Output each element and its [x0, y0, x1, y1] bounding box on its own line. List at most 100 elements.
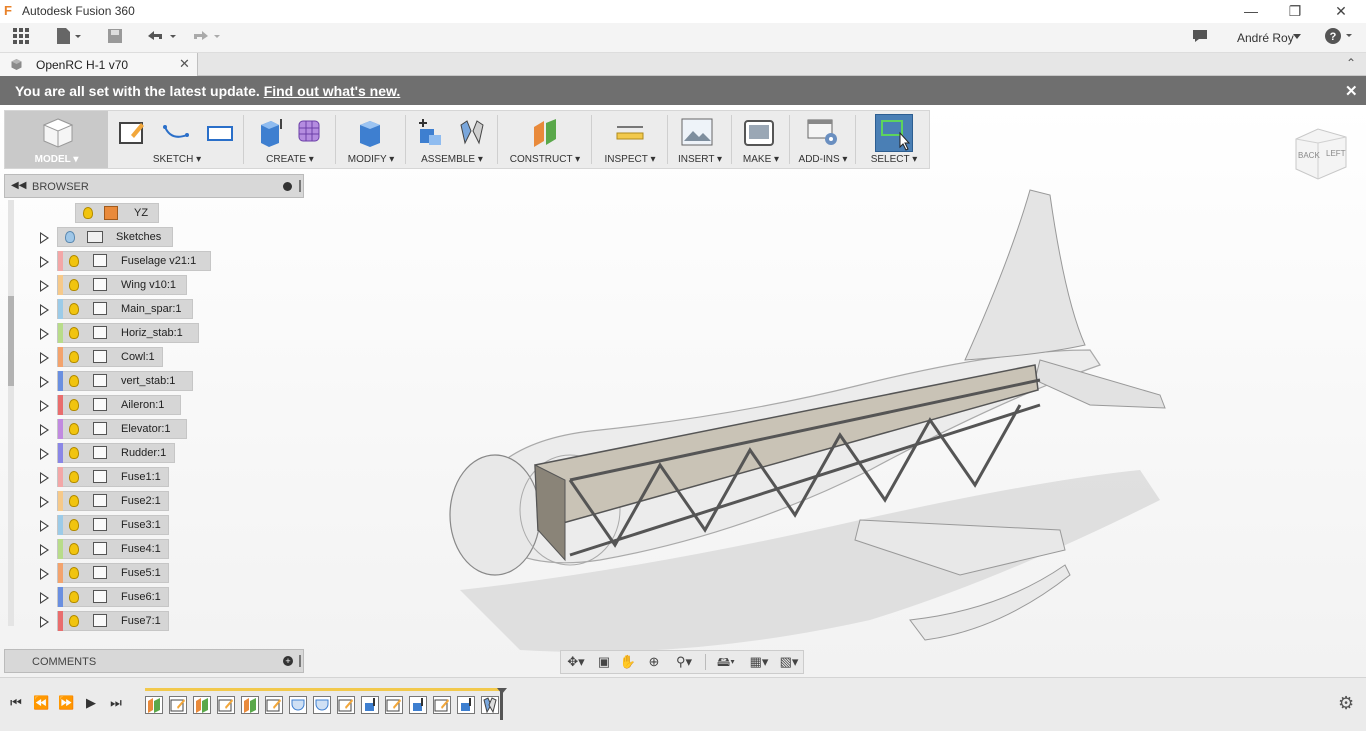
expand-component-icon[interactable]: [40, 304, 49, 316]
timeline-extrude-feature-icon[interactable]: [457, 696, 475, 714]
comments-panel-header[interactable]: COMMENTS +: [4, 649, 304, 673]
expand-component-icon[interactable]: [40, 280, 49, 292]
expand-component-icon[interactable]: [40, 256, 49, 268]
view-cube[interactable]: BACK LEFT: [1292, 125, 1350, 183]
view-cube-back-label[interactable]: BACK: [1298, 151, 1320, 160]
comment-icon[interactable]: [1188, 27, 1212, 49]
new-component-icon[interactable]: [415, 117, 445, 147]
visibility-bulb-icon[interactable]: [69, 615, 79, 627]
chevron-up-icon[interactable]: ⌃: [1346, 56, 1356, 70]
select-icon[interactable]: [875, 114, 913, 152]
browser-component-row[interactable]: Fuselage v21:1: [57, 251, 211, 271]
collapse-browser-icon[interactable]: ◀◀: [11, 180, 26, 191]
timeline-joint-feature-icon[interactable]: [481, 696, 499, 714]
visibility-bulb-icon[interactable]: [69, 471, 79, 483]
create-sketch-icon[interactable]: [117, 117, 147, 147]
look-at-icon[interactable]: ▣: [593, 653, 615, 671]
form-icon[interactable]: [295, 117, 325, 147]
browser-scrollbar[interactable]: [8, 200, 14, 626]
browser-component-row[interactable]: Rudder:1: [57, 443, 175, 463]
file-menu-icon[interactable]: [54, 27, 84, 49]
visibility-bulb-icon[interactable]: [69, 423, 79, 435]
timeline-sketch-feature-icon[interactable]: [385, 696, 403, 714]
browser-component-row[interactable]: Fuse7:1: [57, 611, 169, 631]
offset-plane-icon[interactable]: [530, 117, 560, 147]
browser-component-row[interactable]: vert_stab:1: [57, 371, 193, 391]
expand-component-icon[interactable]: [40, 448, 49, 460]
assemble-group[interactable]: ASSEMBLE ▾: [409, 111, 495, 168]
browser-component-row[interactable]: Aileron:1: [57, 395, 181, 415]
browser-component-row[interactable]: Fuse3:1: [57, 515, 169, 535]
timeline-sketch-feature-icon[interactable]: [265, 696, 283, 714]
modify-group[interactable]: MODIFY ▾: [339, 111, 403, 168]
press-pull-icon[interactable]: [356, 117, 386, 147]
display-settings-icon[interactable]: 🖴▾: [711, 653, 741, 671]
create-group[interactable]: CREATE ▾: [247, 111, 333, 168]
go-to-end-icon[interactable]: ⏭: [108, 695, 124, 711]
insert-image-icon[interactable]: [681, 117, 713, 147]
visibility-bulb-icon[interactable]: [69, 255, 79, 267]
browser-component-row[interactable]: Elevator:1: [57, 419, 187, 439]
expand-component-icon[interactable]: [40, 520, 49, 532]
minimize-browser-icon[interactable]: [283, 182, 292, 191]
scripts-addins-icon[interactable]: [807, 117, 839, 147]
add-comment-icon[interactable]: +: [283, 656, 293, 666]
expand-component-icon[interactable]: [40, 496, 49, 508]
expand-component-icon[interactable]: [40, 616, 49, 628]
timeline-shell-feature-icon[interactable]: [289, 696, 307, 714]
go-to-start-icon[interactable]: ⏮: [8, 695, 24, 711]
help-icon[interactable]: ?: [1324, 27, 1358, 49]
line-icon[interactable]: [161, 117, 191, 147]
expand-component-icon[interactable]: [40, 568, 49, 580]
timeline-plane-feature-icon[interactable]: [145, 696, 163, 714]
step-forward-icon[interactable]: ⏩: [58, 695, 74, 711]
orbit-icon[interactable]: ✥▾: [563, 653, 589, 671]
fit-zoom-icon[interactable]: ⚲▾: [669, 653, 699, 671]
visibility-bulb-icon[interactable]: [69, 495, 79, 507]
timeline-sketch-feature-icon[interactable]: [169, 696, 187, 714]
make-group[interactable]: MAKE ▾: [735, 111, 787, 168]
browser-component-row[interactable]: Horiz_stab:1: [57, 323, 199, 343]
close-window-button[interactable]: ✕: [1318, 0, 1364, 23]
inspect-group[interactable]: INSPECT ▾: [595, 111, 665, 168]
undo-icon[interactable]: [144, 27, 180, 49]
expand-component-icon[interactable]: [40, 424, 49, 436]
timeline-sketch-feature-icon[interactable]: [433, 696, 451, 714]
visibility-bulb-icon[interactable]: [69, 351, 79, 363]
close-tab-icon[interactable]: ✕: [179, 56, 190, 72]
visibility-bulb-icon[interactable]: [69, 591, 79, 603]
user-dropdown-icon[interactable]: [1293, 34, 1301, 39]
visibility-bulb-icon[interactable]: [69, 303, 79, 315]
select-group[interactable]: SELECT ▾: [859, 111, 929, 168]
comments-pin-icon[interactable]: [299, 655, 301, 667]
step-back-icon[interactable]: ⏪: [33, 695, 49, 711]
extrude-icon[interactable]: [255, 117, 285, 147]
play-icon[interactable]: ▶: [83, 695, 99, 711]
timeline-extrude-feature-icon[interactable]: [409, 696, 427, 714]
visibility-bulb-icon[interactable]: [69, 447, 79, 459]
measure-icon[interactable]: [615, 117, 645, 147]
user-name[interactable]: André Roy: [1237, 31, 1294, 45]
joint-icon[interactable]: [457, 117, 487, 147]
airplane-model[interactable]: [440, 180, 1180, 655]
visibility-bulb-icon[interactable]: [69, 519, 79, 531]
viewports-icon[interactable]: ▧▾: [775, 653, 803, 671]
timeline-marker[interactable]: [500, 690, 503, 720]
expand-component-icon[interactable]: [40, 544, 49, 556]
visibility-bulb-icon[interactable]: [69, 567, 79, 579]
add-ins-group[interactable]: ADD-INS ▾: [793, 111, 853, 168]
insert-group[interactable]: INSERT ▾: [671, 111, 729, 168]
visibility-bulb-icon[interactable]: [69, 327, 79, 339]
grid-settings-icon[interactable]: ▦▾: [745, 653, 773, 671]
visibility-bulb-icon[interactable]: [69, 543, 79, 555]
pan-hand-icon[interactable]: ✋: [617, 653, 639, 671]
browser-component-row[interactable]: Fuse5:1: [57, 563, 169, 583]
rectangle-icon[interactable]: [205, 117, 235, 147]
minimize-button[interactable]: —: [1228, 0, 1274, 23]
timeline-plane-feature-icon[interactable]: [193, 696, 211, 714]
browser-pin-icon[interactable]: [299, 180, 301, 192]
expand-component-icon[interactable]: [40, 328, 49, 340]
browser-component-row[interactable]: Main_spar:1: [57, 299, 193, 319]
expand-sketches-icon[interactable]: [40, 232, 49, 244]
sketches-folder-row[interactable]: Sketches: [57, 227, 173, 247]
